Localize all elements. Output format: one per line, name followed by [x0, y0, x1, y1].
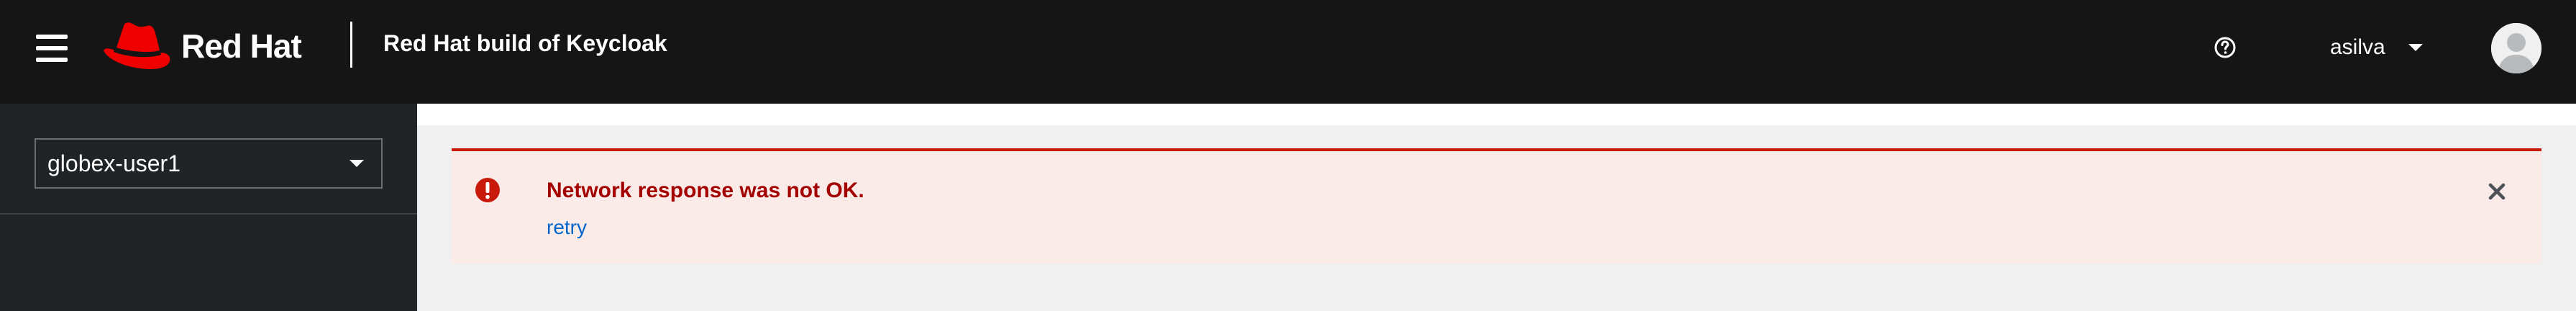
user-name: asilva: [2330, 35, 2385, 59]
realm-selector[interactable]: globex-user1: [35, 138, 383, 189]
main-content: Network response was not OK. retry: [417, 104, 2576, 311]
brand-wordmark: Red Hat: [181, 27, 302, 65]
page-header-strip: [417, 104, 2576, 125]
caret-down-icon: [2408, 44, 2423, 51]
exclamation-circle-icon: [475, 178, 500, 202]
user-dropdown[interactable]: asilva: [2330, 32, 2424, 63]
close-icon[interactable]: [2487, 181, 2507, 202]
help-circle-icon[interactable]: [2214, 36, 2237, 59]
brand-divider: [350, 22, 352, 68]
caret-down-icon: [350, 160, 364, 167]
alert-title: Network response was not OK.: [547, 179, 864, 202]
sidebar: globex-user1: [0, 104, 417, 311]
error-alert: Network response was not OK. retry: [452, 148, 2541, 263]
brand-logo[interactable]: Red Hat: [101, 19, 302, 73]
red-hat-logo-icon: [104, 22, 170, 69]
avatar[interactable]: [2491, 23, 2541, 73]
product-name: Red Hat build of Keycloak: [383, 30, 667, 56]
hamburger-menu-icon[interactable]: [36, 35, 68, 62]
realm-selector-value: globex-user1: [47, 150, 181, 176]
masthead: Red Hat Red Hat build of Keycloak asilva: [0, 0, 2576, 104]
retry-link[interactable]: retry: [547, 216, 587, 239]
sidebar-divider: [0, 213, 417, 215]
avatar-icon: [2491, 23, 2541, 73]
